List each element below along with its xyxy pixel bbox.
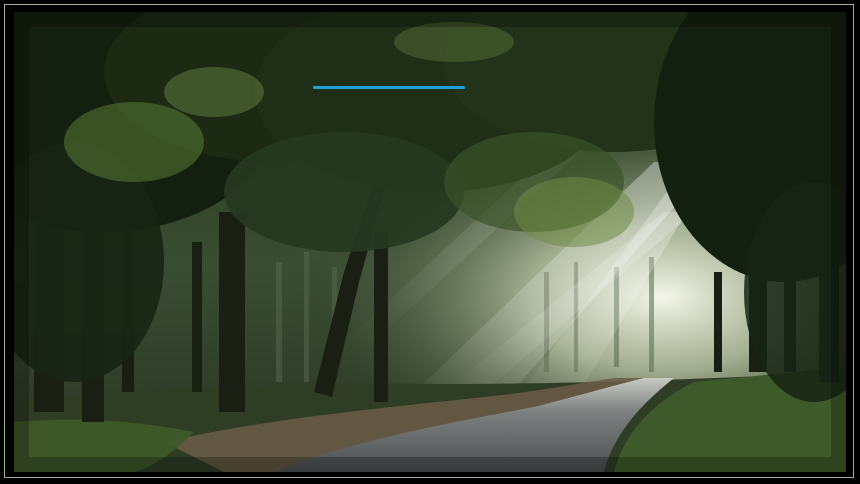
forest-photo — [14, 12, 846, 472]
image-frame — [0, 0, 860, 484]
forest-scene-svg — [14, 12, 846, 472]
accent-line — [313, 86, 465, 89]
